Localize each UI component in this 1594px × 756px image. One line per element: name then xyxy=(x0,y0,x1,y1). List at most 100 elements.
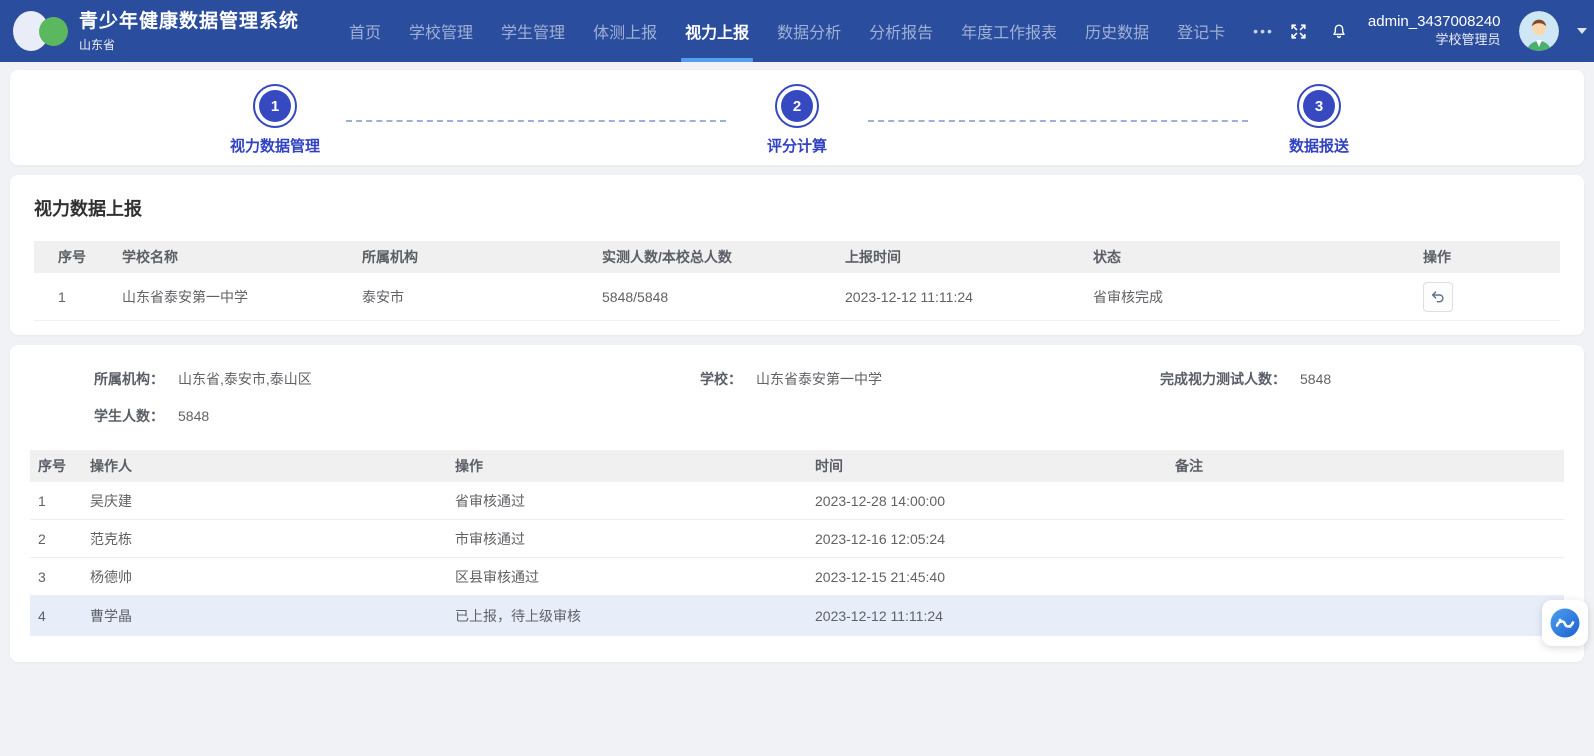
report-detail-section: 所属机构： 山东省,泰安市,泰山区 学校： 山东省泰安第一中学 完成视力测试人数… xyxy=(10,345,1584,662)
nav-item-fitness-report[interactable]: 体测上报 xyxy=(579,0,671,62)
col-operation: 操作 xyxy=(1423,247,1560,267)
field-value: 山东省泰安第一中学 xyxy=(756,369,882,389)
fullscreen-icon[interactable] xyxy=(1288,20,1310,42)
nav-item-analysis-report[interactable]: 分析报告 xyxy=(855,0,947,62)
nav-item-registration-card[interactable]: 登记卡 xyxy=(1163,0,1239,62)
row-report-time: 2023-12-12 11:11:24 xyxy=(845,289,1093,305)
col-index: 序号 xyxy=(30,456,82,476)
row-operator: 杨德帅 xyxy=(82,567,447,587)
chevron-down-icon[interactable] xyxy=(1577,28,1587,34)
field-label: 所属机构： xyxy=(94,369,164,389)
step-number-2: 2 xyxy=(781,90,813,122)
col-time: 时间 xyxy=(807,456,1167,476)
col-school-name: 学校名称 xyxy=(122,247,362,267)
step-circle-2: 2 xyxy=(775,84,819,128)
history-table: 序号 操作人 操作 时间 备注 1 吴庆建 省审核通过 2023-12-28 1… xyxy=(30,450,1564,636)
nav-item-history-data[interactable]: 历史数据 xyxy=(1071,0,1163,62)
row-operator: 吴庆建 xyxy=(82,491,447,511)
row-index: 2 xyxy=(30,531,82,547)
nav-item-school-mgmt[interactable]: 学校管理 xyxy=(395,0,487,62)
step-score-calculation[interactable]: 2 评分计算 xyxy=(732,84,862,156)
main-nav: 首页 学校管理 学生管理 体测上报 视力上报 数据分析 分析报告 年度工作报表 … xyxy=(335,0,1288,62)
bell-icon[interactable] xyxy=(1328,20,1350,42)
field-value: 5848 xyxy=(178,406,209,426)
field-value: 山东省,泰安市,泰山区 xyxy=(178,369,312,389)
col-report-time: 上报时间 xyxy=(845,247,1093,267)
step-number-3: 3 xyxy=(1303,90,1335,122)
table-row: 1 山东省泰安第一中学 泰安市 5848/5848 2023-12-12 11:… xyxy=(34,273,1560,321)
report-table: 序号 学校名称 所属机构 实测人数/本校总人数 上报时间 状态 操作 1 山东省… xyxy=(34,241,1560,321)
col-organization: 所属机构 xyxy=(362,247,602,267)
row-time: 2023-12-12 11:11:24 xyxy=(807,608,1167,624)
row-operator: 曹学晶 xyxy=(82,606,447,626)
step-vision-data-management[interactable]: 1 视力数据管理 xyxy=(210,84,340,156)
username: admin_3437008240 xyxy=(1368,13,1501,31)
page-title: 视力数据上报 xyxy=(34,195,1560,221)
col-operator: 操作人 xyxy=(82,456,447,476)
row-action: 市审核通过 xyxy=(447,529,807,549)
field-school: 学校： 山东省泰安第一中学 xyxy=(700,369,1160,389)
row-operator: 范克栋 xyxy=(82,529,447,549)
report-table-header: 序号 学校名称 所属机构 实测人数/本校总人数 上报时间 状态 操作 xyxy=(34,241,1560,273)
top-navbar: 青少年健康数据管理系统 山东省 首页 学校管理 学生管理 体测上报 视力上报 数… xyxy=(0,0,1594,62)
nav-item-home[interactable]: 首页 xyxy=(335,0,395,62)
col-counts: 实测人数/本校总人数 xyxy=(602,247,845,267)
brand-block: 青少年健康数据管理系统 山东省 xyxy=(79,10,299,53)
row-operation xyxy=(1423,282,1560,312)
row-index: 4 xyxy=(30,608,82,624)
field-organization: 所属机构： 山东省,泰安市,泰山区 xyxy=(30,369,700,389)
row-time: 2023-12-16 12:05:24 xyxy=(807,531,1167,547)
field-label: 完成视力测试人数： xyxy=(1160,369,1286,389)
row-time: 2023-12-28 14:00:00 xyxy=(807,493,1167,509)
stepper: 1 视力数据管理 2 评分计算 3 数据报送 xyxy=(10,70,1584,165)
row-index: 3 xyxy=(30,569,82,585)
field-label: 学生人数： xyxy=(94,406,164,426)
floating-widget-button[interactable] xyxy=(1542,600,1588,646)
step-circle-3: 3 xyxy=(1297,84,1341,128)
step-label-3: 数据报送 xyxy=(1289,135,1349,156)
table-row: 1 吴庆建 省审核通过 2023-12-28 14:00:00 xyxy=(30,482,1564,520)
field-value: 5848 xyxy=(1300,369,1331,389)
nav-item-data-analysis[interactable]: 数据分析 xyxy=(763,0,855,62)
nav-item-annual-report[interactable]: 年度工作报表 xyxy=(947,0,1071,62)
widget-logo-icon xyxy=(1549,607,1581,639)
step-data-submission[interactable]: 3 数据报送 xyxy=(1254,84,1384,156)
undo-button[interactable] xyxy=(1423,282,1453,312)
row-school-name: 山东省泰安第一中学 xyxy=(122,287,362,307)
app-title: 青少年健康数据管理系统 xyxy=(79,10,299,34)
navbar-right: admin_3437008240 学校管理员 xyxy=(1288,11,1587,51)
col-status: 状态 xyxy=(1093,247,1423,267)
logo-circle-green xyxy=(39,17,68,46)
step-label-1: 视力数据管理 xyxy=(230,135,320,156)
step-connector xyxy=(346,120,726,122)
col-index: 序号 xyxy=(34,247,122,267)
app-logo xyxy=(13,9,71,53)
table-row: 3 杨德帅 区县审核通过 2023-12-15 21:45:40 xyxy=(30,558,1564,596)
nav-more-dots-icon[interactable]: ••• xyxy=(1239,0,1288,62)
table-row: 2 范克栋 市审核通过 2023-12-16 12:05:24 xyxy=(30,520,1564,558)
avatar[interactable] xyxy=(1519,11,1559,51)
row-action: 已上报，待上级审核 xyxy=(447,606,807,626)
detail-fields: 所属机构： 山东省,泰安市,泰山区 学校： 山东省泰安第一中学 完成视力测试人数… xyxy=(30,369,1564,426)
history-table-header: 序号 操作人 操作 时间 备注 xyxy=(30,450,1564,482)
step-number-1: 1 xyxy=(259,90,291,122)
row-index: 1 xyxy=(34,289,122,305)
nav-item-vision-report[interactable]: 视力上报 xyxy=(671,0,763,62)
vision-report-section: 视力数据上报 序号 学校名称 所属机构 实测人数/本校总人数 上报时间 状态 操… xyxy=(10,175,1584,335)
field-label: 学校： xyxy=(700,369,742,389)
row-action: 区县审核通过 xyxy=(447,567,807,587)
row-time: 2023-12-15 21:45:40 xyxy=(807,569,1167,585)
user-info: admin_3437008240 学校管理员 xyxy=(1368,13,1501,49)
app-subtitle: 山东省 xyxy=(79,36,299,53)
field-student-count: 学生人数： 5848 xyxy=(30,406,700,426)
nav-item-student-mgmt[interactable]: 学生管理 xyxy=(487,0,579,62)
row-index: 1 xyxy=(30,493,82,509)
field-completed-tests: 完成视力测试人数： 5848 xyxy=(1160,369,1564,389)
step-label-2: 评分计算 xyxy=(767,135,827,156)
row-action: 省审核通过 xyxy=(447,491,807,511)
row-organization: 泰安市 xyxy=(362,287,602,307)
step-circle-1: 1 xyxy=(253,84,297,128)
col-remark: 备注 xyxy=(1167,456,1564,476)
step-connector xyxy=(868,120,1248,122)
table-row-highlighted: 4 曹学晶 已上报，待上级审核 2023-12-12 11:11:24 xyxy=(30,596,1564,636)
